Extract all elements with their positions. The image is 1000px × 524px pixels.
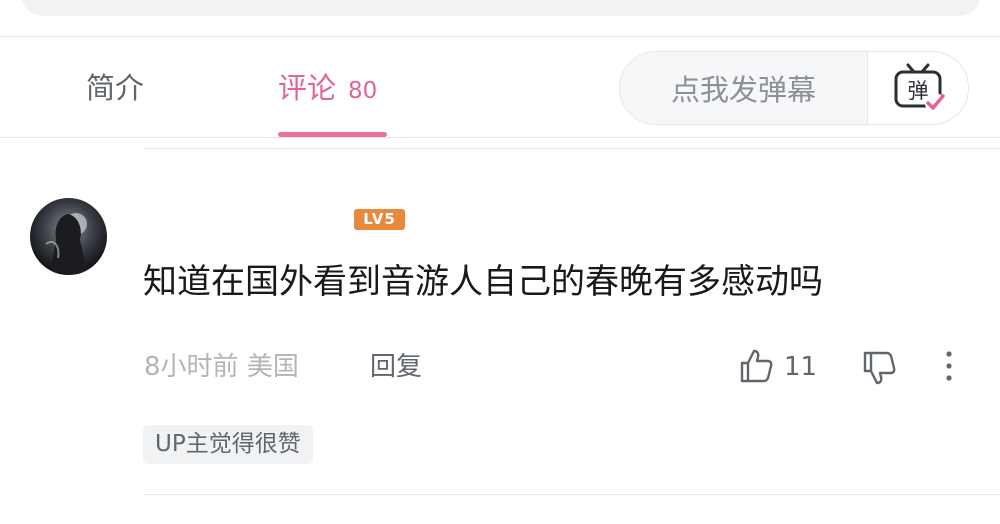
comment-bottom-divider bbox=[143, 494, 1000, 495]
comment-time: 8小时前 bbox=[144, 352, 239, 382]
tab-intro-label: 简介 bbox=[86, 71, 145, 105]
reply-button[interactable]: 回复 bbox=[370, 350, 422, 384]
thumbs-up-icon[interactable] bbox=[736, 346, 776, 386]
user-avatar[interactable] bbox=[30, 198, 107, 275]
danmaku-bar: 点我发弹幕 弹 bbox=[619, 51, 969, 125]
tab-divider bbox=[0, 137, 1000, 138]
tab-comments-label: 评论 bbox=[278, 71, 337, 105]
like-count: 11 bbox=[784, 352, 818, 382]
top-divider bbox=[0, 36, 1000, 37]
up-liked-tag: UP主觉得很赞 bbox=[143, 425, 313, 464]
search-bar[interactable] bbox=[22, 0, 980, 16]
comment-meta: 8小时前 美国 bbox=[144, 350, 299, 384]
danmaku-toggle-icon: 弹 bbox=[894, 63, 945, 113]
comment-location: 美国 bbox=[246, 352, 299, 382]
level-badge: LV5 bbox=[354, 209, 405, 230]
thumbs-down-icon[interactable] bbox=[859, 348, 899, 388]
comment-text[interactable]: 知道在国外看到音游人自己的春晚有多感动吗 bbox=[143, 262, 823, 302]
comments-count: 80 bbox=[348, 78, 378, 104]
danmaku-toggle-glyph: 弹 bbox=[907, 79, 928, 103]
danmaku-placeholder: 点我发弹幕 bbox=[670, 73, 816, 107]
avatar-image bbox=[30, 198, 107, 275]
danmaku-input[interactable]: 点我发弹幕 bbox=[620, 52, 867, 124]
more-options-icon[interactable] bbox=[937, 348, 961, 384]
danmaku-toggle-button[interactable]: 弹 bbox=[868, 52, 968, 124]
comment-top-divider bbox=[143, 148, 1000, 149]
tab-intro[interactable]: 简介 bbox=[86, 72, 144, 104]
tab-comments[interactable]: 评论 80 bbox=[278, 72, 377, 107]
